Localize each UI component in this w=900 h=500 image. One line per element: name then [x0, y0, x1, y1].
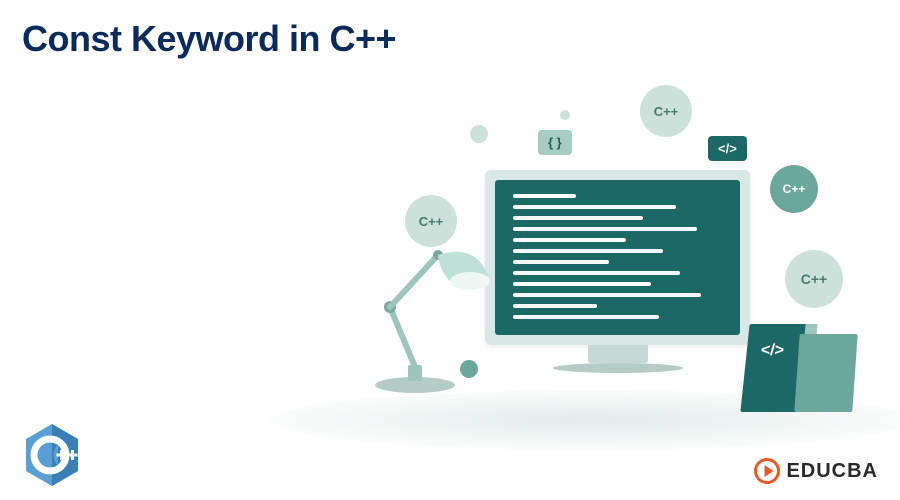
monitor-illustration	[485, 170, 750, 370]
code-line	[513, 260, 609, 264]
cpp-bubble-icon: C++	[785, 250, 843, 308]
educba-play-icon	[754, 458, 780, 484]
code-line	[513, 271, 680, 275]
code-line	[513, 238, 626, 242]
books-illustration: </>	[745, 317, 865, 412]
code-line	[513, 194, 576, 198]
code-line	[513, 227, 697, 231]
cpp-logo-icon	[22, 422, 82, 488]
monitor-stand	[588, 345, 648, 363]
monitor-screen	[495, 180, 740, 335]
monitor-base	[553, 363, 683, 373]
page-title: Const Keyword in C++	[22, 18, 396, 60]
code-line	[513, 216, 643, 220]
decor-dot	[470, 125, 488, 143]
code-line	[513, 293, 701, 297]
book-back	[794, 334, 857, 412]
code-line	[513, 315, 659, 319]
decor-dot	[560, 110, 570, 120]
monitor-frame	[485, 170, 750, 345]
book-label-icon: </>	[760, 342, 785, 360]
cpp-bubble-icon: C++	[770, 165, 818, 213]
code-line	[513, 205, 676, 209]
illustration-area: C++ C++ C++ C++ { } </>	[310, 80, 870, 460]
code-badge-icon: </>	[708, 136, 747, 161]
educba-logo: EDUCBA	[754, 458, 878, 484]
code-line	[513, 249, 663, 253]
educba-text: EDUCBA	[786, 460, 878, 483]
desk-lamp-icon	[360, 235, 500, 395]
cpp-bubble-icon: C++	[640, 85, 692, 137]
code-line	[513, 282, 651, 286]
code-line	[513, 304, 597, 308]
braces-badge-icon: { }	[538, 130, 572, 155]
